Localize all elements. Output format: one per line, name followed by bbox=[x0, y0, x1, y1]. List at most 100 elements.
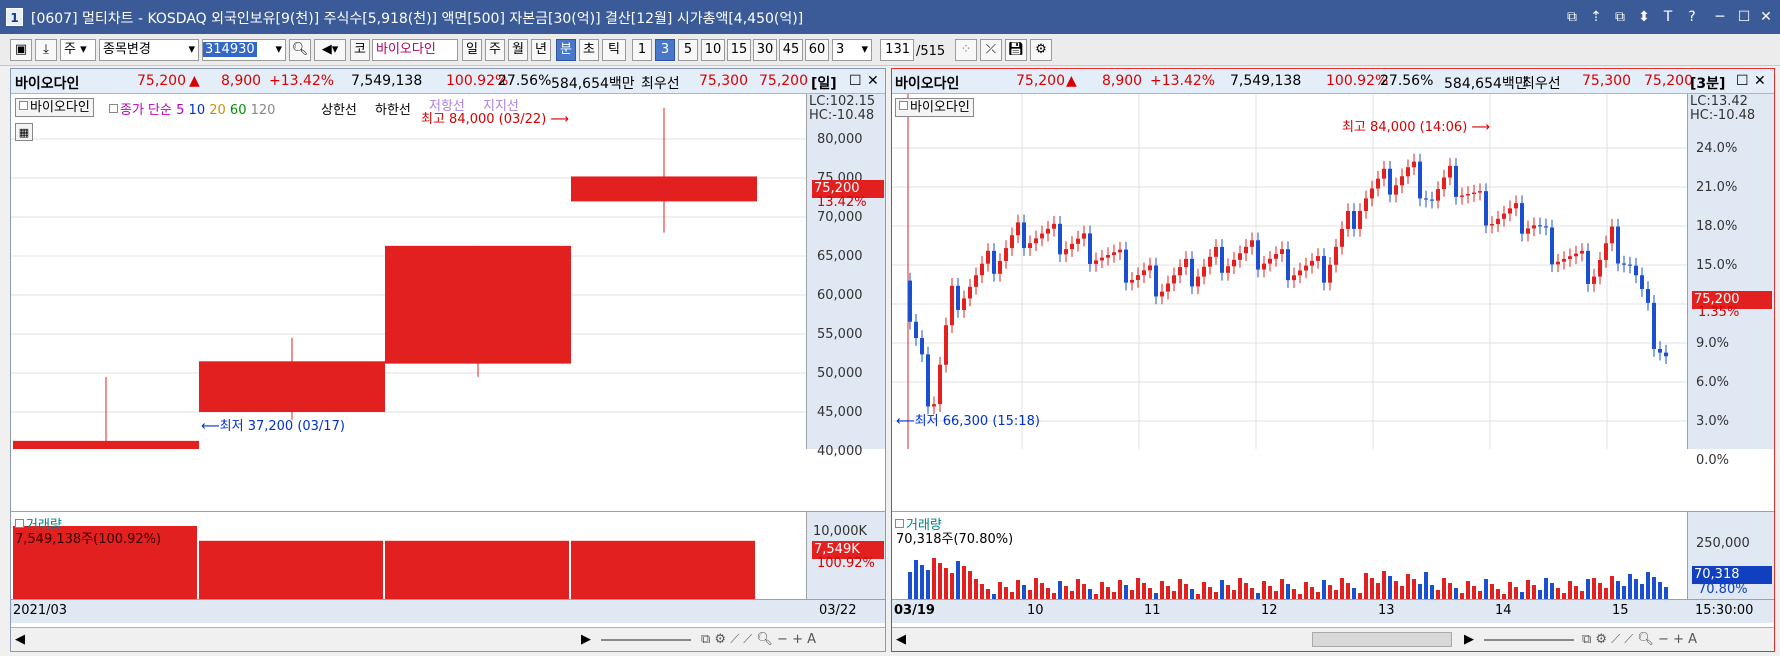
zoom-slider[interactable] bbox=[601, 639, 691, 641]
right-volume-plot[interactable]: 거래량 70,318주(70.80%) bbox=[892, 511, 1687, 600]
candle bbox=[1484, 191, 1488, 226]
volume-bar bbox=[1178, 579, 1182, 600]
page-input[interactable]: 131 bbox=[880, 39, 914, 61]
left-volume-svg bbox=[13, 526, 755, 600]
zoom-slider[interactable] bbox=[1484, 639, 1574, 641]
close-icon[interactable]: ✕ bbox=[867, 73, 879, 89]
right-scrollbar[interactable]: ◀ ▶ ⧉ ⚙ ⟋ ⟋ 🔍︎ − + A bbox=[892, 627, 1774, 651]
download-icon[interactable]: ⤓ bbox=[35, 39, 57, 61]
minute-3[interactable]: 3 bbox=[655, 39, 675, 61]
minute-10[interactable]: 10 bbox=[701, 39, 725, 61]
tile-icon[interactable]: ⧉ bbox=[1610, 7, 1630, 27]
change-percent: +13.42% bbox=[269, 73, 335, 89]
settings-icon[interactable]: ⚙ bbox=[1030, 39, 1052, 61]
search-icon[interactable]: 🔍︎ bbox=[289, 39, 311, 61]
minute-45[interactable]: 45 bbox=[779, 39, 803, 61]
minute-30[interactable]: 30 bbox=[753, 39, 777, 61]
pin-icon[interactable]: ⇡ bbox=[1586, 7, 1606, 27]
restore-icon[interactable]: ⧉ bbox=[1562, 7, 1582, 27]
volume-bar bbox=[1616, 581, 1620, 600]
stock-change-select[interactable]: 종목변경 ▾ bbox=[99, 39, 199, 61]
volume-bar bbox=[938, 563, 942, 600]
minute-15[interactable]: 15 bbox=[727, 39, 751, 61]
kosdaq-button[interactable]: 코 bbox=[350, 39, 370, 61]
grid-icon[interactable]: ⁘ bbox=[955, 39, 977, 61]
x-label: 03/19 bbox=[894, 603, 935, 618]
left-volume-plot[interactable]: 거래량 7,549,138주(100.92%) bbox=[11, 511, 806, 600]
candle bbox=[1568, 256, 1572, 259]
scroll-left-icon[interactable]: ◀ bbox=[15, 632, 25, 647]
candle bbox=[1292, 275, 1296, 281]
volume-bar bbox=[1484, 579, 1488, 600]
candle bbox=[992, 250, 996, 274]
candle bbox=[1130, 279, 1134, 283]
draw-icon[interactable]: ⤫ bbox=[980, 39, 1002, 61]
candle bbox=[1550, 227, 1554, 265]
volume-bar bbox=[1406, 574, 1410, 600]
candle bbox=[986, 250, 990, 264]
stock-name-field[interactable]: 바이오다인 bbox=[372, 39, 458, 61]
best-ask: 75,300 bbox=[699, 73, 748, 89]
candle bbox=[1004, 248, 1008, 261]
candle bbox=[199, 361, 385, 412]
period-minute[interactable]: 분 bbox=[556, 39, 576, 61]
candle bbox=[1580, 250, 1584, 254]
maximize-button[interactable]: ☐ bbox=[1734, 7, 1754, 27]
font-icon[interactable]: T bbox=[1658, 7, 1678, 27]
scroll-right-icon[interactable]: ▶ bbox=[581, 632, 591, 647]
limit-down-legend: 하한선 bbox=[375, 103, 411, 118]
save-icon[interactable]: 💾︎ bbox=[1005, 39, 1027, 61]
current-price: 75,200 bbox=[1016, 73, 1065, 89]
volume-value: 7,549,138 bbox=[1230, 73, 1302, 89]
period-year[interactable]: 년 bbox=[531, 39, 551, 61]
layout-icon[interactable]: ▣ bbox=[10, 39, 32, 61]
candle bbox=[1052, 223, 1056, 229]
interval-input[interactable]: 3 ▾ bbox=[832, 39, 872, 61]
candle bbox=[1640, 275, 1644, 290]
chart-tools-icon[interactable]: ⧉ ⚙ ⟋ ⟋ 🔍︎ − + A bbox=[701, 632, 816, 647]
minute-60[interactable]: 60 bbox=[805, 39, 829, 61]
market-select[interactable]: 주 ▾ bbox=[60, 39, 96, 61]
candle bbox=[1556, 261, 1560, 265]
minute-5[interactable]: 5 bbox=[678, 39, 698, 61]
volume-bar bbox=[1412, 579, 1416, 600]
left-price-plot[interactable]: 바이오다인 종가 단순 5 10 20 60 120 상한선 하한선 저항선 지… bbox=[11, 94, 806, 479]
close-button[interactable]: ✕ bbox=[1756, 7, 1776, 27]
table-icon[interactable]: ▦ bbox=[15, 123, 33, 141]
minimize-button[interactable]: ─ bbox=[1710, 7, 1730, 27]
period-label: [일] bbox=[811, 76, 837, 92]
speaker-icon[interactable]: ◀▾ bbox=[314, 39, 346, 61]
tick-label: 40,000 bbox=[817, 444, 863, 459]
left-candle-svg bbox=[11, 107, 806, 479]
period-second[interactable]: 초 bbox=[579, 39, 599, 61]
volume-bar bbox=[1610, 576, 1614, 600]
market-value: 584,654백만 bbox=[551, 76, 635, 92]
chart-tools-icon[interactable]: ⧉ ⚙ ⟋ ⟋ 🔍︎ − + A bbox=[1582, 632, 1697, 647]
period-week[interactable]: 주 bbox=[485, 39, 505, 61]
legend-stock: 바이오다인 bbox=[895, 98, 974, 117]
help-icon[interactable]: ? bbox=[1682, 7, 1702, 27]
split-icon[interactable]: ⬍ bbox=[1634, 7, 1654, 27]
period-day[interactable]: 일 bbox=[462, 39, 482, 61]
low-annotation: ⟵최저 37,200 (03/17) bbox=[201, 419, 345, 434]
minute-1[interactable]: 1 bbox=[632, 39, 652, 61]
stock-code-input[interactable]: 314930 ▾ bbox=[202, 39, 286, 61]
candle bbox=[974, 275, 978, 287]
close-icon[interactable]: ✕ bbox=[1754, 73, 1766, 89]
high-annotation: 최고 84,000 (14:06) ⟶ bbox=[1342, 120, 1491, 135]
volume-bar bbox=[1184, 584, 1188, 600]
candle bbox=[1202, 266, 1206, 277]
x-label: 11 bbox=[1144, 603, 1161, 618]
restore-icon[interactable]: ☐ bbox=[1736, 73, 1749, 89]
period-month[interactable]: 월 bbox=[508, 39, 528, 61]
period-tick[interactable]: 틱 bbox=[602, 39, 626, 61]
left-scrollbar[interactable]: ◀ ▶ ⧉ ⚙ ⟋ ⟋ 🔍︎ − + A bbox=[11, 627, 885, 651]
candle bbox=[1082, 233, 1086, 239]
restore-icon[interactable]: ☐ bbox=[849, 73, 862, 89]
right-price-plot[interactable]: 바이오다인 최고 84,000 (14:06) ⟶ ⟵최저 66,300 (15… bbox=[892, 94, 1687, 462]
scroll-thumb[interactable] bbox=[1312, 632, 1452, 647]
scroll-left-icon[interactable]: ◀ bbox=[896, 632, 906, 647]
candle bbox=[1010, 235, 1014, 249]
volume-bar bbox=[1082, 584, 1086, 600]
scroll-right-icon[interactable]: ▶ bbox=[1464, 632, 1474, 647]
